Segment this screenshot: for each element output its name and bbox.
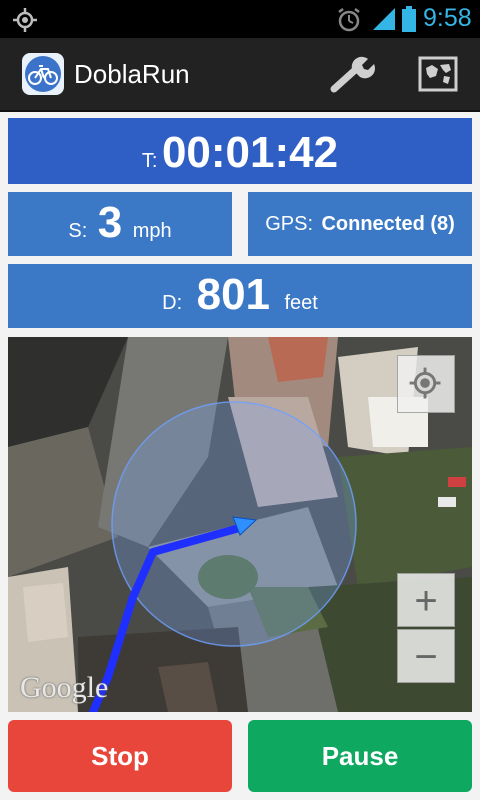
zoom-in-icon: +: [414, 579, 438, 623]
my-location-icon: [409, 367, 441, 399]
gps-status-panel: GPS: Connected (8): [248, 192, 472, 256]
elapsed-time-panel: T: 00:01:42: [8, 118, 472, 184]
status-bar: 9:58: [0, 0, 480, 38]
zoom-in-button[interactable]: +: [397, 573, 455, 627]
my-location-button[interactable]: [397, 355, 455, 413]
distance-unit: feet: [284, 292, 318, 314]
gps-status-value: Connected (8): [321, 213, 455, 235]
clock-time: 9:58: [423, 4, 472, 32]
google-attribution-logo: Google: [20, 671, 109, 704]
gps-icon: [13, 8, 37, 32]
alarm-icon: [338, 8, 360, 32]
wrench-settings-icon[interactable]: [330, 55, 376, 93]
app-title: DoblaRun: [74, 59, 190, 89]
speed-unit: mph: [132, 220, 172, 242]
route-map[interactable]: + − Google: [8, 337, 472, 712]
distance-panel: D: 801 feet: [8, 264, 472, 328]
stop-button[interactable]: Stop: [8, 720, 232, 792]
zoom-out-button[interactable]: −: [397, 629, 455, 683]
battery-icon: [402, 6, 416, 32]
speed-label: S:: [68, 220, 88, 242]
bicycle-app-icon[interactable]: [22, 53, 64, 95]
action-bar: DoblaRun: [0, 38, 480, 112]
zoom-out-icon: −: [414, 635, 438, 679]
speed-panel: S: 3 mph: [8, 192, 232, 256]
elapsed-time-value: 00:01:42: [161, 128, 339, 177]
time-label: T:: [141, 150, 158, 172]
pause-button[interactable]: Pause: [248, 720, 472, 792]
distance-label: D:: [162, 292, 183, 314]
map-icon[interactable]: [418, 56, 458, 92]
signal-icon: [373, 8, 395, 30]
gps-label: GPS:: [265, 213, 313, 235]
distance-value: 801: [196, 270, 271, 319]
speed-value: 3: [97, 198, 123, 247]
